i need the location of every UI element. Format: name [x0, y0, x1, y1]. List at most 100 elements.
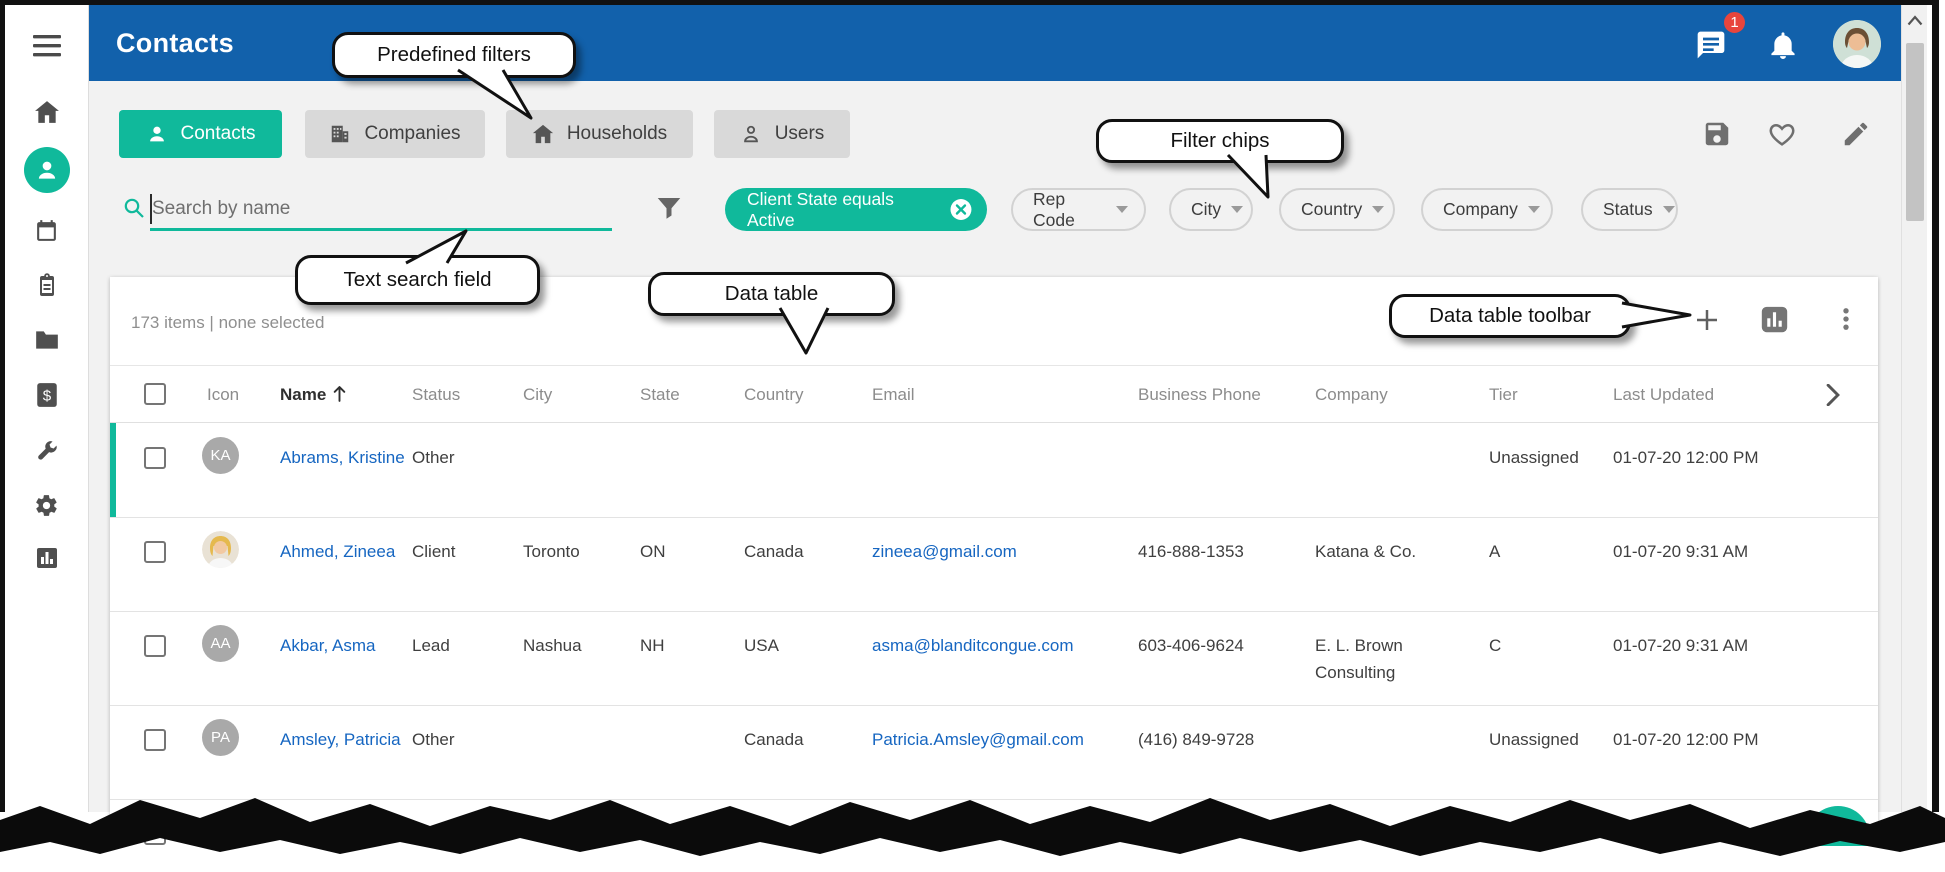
cell-tier: Unassigned: [1489, 705, 1605, 753]
callout-predefined-filters: Predefined filters: [332, 32, 576, 78]
cell-tier: A: [1489, 517, 1605, 565]
save-view-icon[interactable]: [1702, 119, 1732, 149]
folder-icon[interactable]: [32, 325, 62, 355]
chip-close-icon[interactable]: [949, 197, 973, 222]
svg-text:$: $: [42, 387, 51, 404]
settings-gear-icon[interactable]: [32, 490, 62, 520]
filter-dropdown-status[interactable]: Status: [1581, 188, 1678, 231]
cell-company: Katana & Co.: [1315, 517, 1461, 565]
search-icon: [122, 196, 146, 220]
chevron-down-icon: [1663, 206, 1675, 213]
tab-households[interactable]: Households: [506, 110, 693, 158]
row-checkbox[interactable]: [144, 541, 166, 563]
select-all-checkbox[interactable]: [144, 383, 166, 405]
tab-contacts[interactable]: Contacts: [119, 110, 282, 158]
search-input[interactable]: [152, 192, 607, 226]
messages-icon[interactable]: [1695, 29, 1727, 61]
billing-invoice-icon[interactable]: $: [32, 380, 62, 410]
add-plus-icon[interactable]: [1692, 305, 1722, 335]
person-outline-icon: [740, 123, 762, 145]
col-city[interactable]: City: [523, 366, 629, 423]
table-row[interactable]: AA Akbar, Asma Lead Nashua NH USA asma@b…: [110, 611, 1878, 705]
scrollbar-thumb[interactable]: [1906, 43, 1924, 221]
active-filter-chip[interactable]: Client State equals Active: [725, 188, 987, 231]
callout-label: Filter chips: [1170, 129, 1269, 153]
contact-name-link[interactable]: Armstrong,: [280, 799, 406, 847]
row-checkbox[interactable]: [144, 447, 166, 469]
page-title: Contacts: [116, 28, 234, 59]
cell-tier: Unassigned: [1489, 423, 1605, 471]
edit-pencil-icon[interactable]: [1841, 119, 1871, 149]
fab-add-button[interactable]: [1806, 806, 1870, 870]
tab-companies-label: Companies: [364, 123, 460, 145]
avatar-photo: [202, 531, 239, 568]
cell-country: Canada: [744, 705, 862, 753]
col-status[interactable]: Status: [412, 366, 512, 423]
email-link[interactable]: asma@blanditcongue.com: [872, 611, 1128, 659]
col-email[interactable]: Email: [872, 366, 1128, 423]
table-row[interactable]: KA Abrams, Kristine Other Unassigned 01-…: [110, 423, 1878, 517]
row-checkbox[interactable]: [144, 635, 166, 657]
email-link[interactable]: zineea@gmail.com: [872, 517, 1128, 565]
contact-name-link[interactable]: Amsley, Patricia: [280, 705, 406, 753]
home-icon[interactable]: [32, 97, 62, 127]
tab-households-label: Households: [567, 123, 667, 145]
filter-dropdown-country[interactable]: Country: [1279, 188, 1395, 231]
tools-wrench-icon[interactable]: [32, 435, 62, 465]
col-tier[interactable]: Tier: [1489, 366, 1605, 423]
cell-phone: 416-888-1353: [1138, 517, 1305, 565]
filter-dropdown-city[interactable]: City: [1169, 188, 1253, 231]
user-avatar[interactable]: [1833, 20, 1881, 68]
contacts-nav-active[interactable]: [24, 147, 70, 193]
col-business-phone[interactable]: Business Phone: [1138, 366, 1305, 423]
filter-dropdown-company[interactable]: Company: [1421, 188, 1553, 231]
col-country[interactable]: Country: [744, 366, 862, 423]
callout-data-table: Data table: [648, 272, 895, 316]
tab-contacts-label: Contacts: [181, 123, 256, 145]
avatar-initials: AA: [202, 625, 239, 662]
menu-icon[interactable]: [32, 31, 62, 61]
cell-phone: 603-406-9624: [1138, 611, 1305, 659]
cell-tier: B: [1489, 799, 1605, 847]
tab-companies[interactable]: Companies: [305, 110, 485, 158]
reports-chart-icon[interactable]: [32, 543, 62, 573]
avatar-photo: [202, 813, 239, 850]
kebab-menu-icon[interactable]: [1832, 305, 1862, 335]
left-nav-sidebar: $: [5, 5, 89, 812]
cell-city: Toronto: [523, 517, 629, 565]
calendar-icon[interactable]: [32, 215, 62, 245]
contact-name-link[interactable]: Abrams, Kristine: [280, 423, 406, 471]
cell-last-updated: 01-07-20 9:31 AM: [1613, 517, 1818, 565]
cell-city: Nashua: [523, 611, 629, 659]
cell-phone: (416) 849-9728: [1138, 705, 1305, 753]
scroll-up-icon[interactable]: [1907, 15, 1923, 26]
filter-dropdown-country-label: Country: [1301, 199, 1362, 220]
bell-icon[interactable]: [1767, 29, 1799, 61]
row-checkbox[interactable]: [144, 823, 166, 845]
favorite-heart-icon[interactable]: [1767, 119, 1797, 149]
tab-users[interactable]: Users: [714, 110, 850, 158]
cell-country: Canada: [744, 517, 862, 565]
filter-dropdown-repcode[interactable]: Rep Code: [1011, 188, 1146, 231]
chart-view-icon[interactable]: [1760, 305, 1790, 335]
col-icon: Icon: [207, 366, 267, 423]
row-checkbox[interactable]: [144, 729, 166, 751]
cell-last-updated: 01-07-20 9:31 AM: [1613, 611, 1818, 659]
col-name[interactable]: Name: [280, 366, 406, 423]
contact-name-link[interactable]: Ahmed, Zineea: [280, 517, 406, 565]
contact-name-link[interactable]: Akbar, Asma: [280, 611, 406, 659]
table-row[interactable]: Armstrong, Client B 01-07-20 9:31 AM: [110, 799, 1878, 872]
more-columns-chevron[interactable]: [1825, 366, 1865, 423]
screenshot-root: $ Contacts 1 Contacts Companies: [0, 0, 1945, 872]
table-row[interactable]: Ahmed, Zineea Client Toronto ON Canada z…: [110, 517, 1878, 611]
email-link[interactable]: Patricia.Amsley@gmail.com: [872, 705, 1128, 753]
col-last-updated[interactable]: Last Updated: [1613, 366, 1818, 423]
callout-label: Data table toolbar: [1429, 304, 1591, 328]
house-icon: [532, 123, 554, 145]
col-company[interactable]: Company: [1315, 366, 1461, 423]
table-row[interactable]: PA Amsley, Patricia Other Canada Patrici…: [110, 705, 1878, 799]
contacts-person-icon: [34, 157, 60, 183]
tasks-clipboard-icon[interactable]: [32, 270, 62, 300]
filter-funnel-icon[interactable]: [654, 193, 684, 223]
col-state[interactable]: State: [640, 366, 735, 423]
